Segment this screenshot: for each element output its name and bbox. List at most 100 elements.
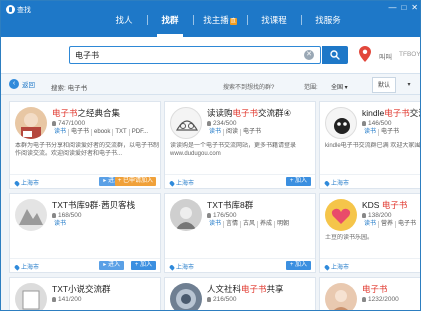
join-group-button[interactable]: + 加入 (285, 261, 311, 270)
search-box: ✕ (69, 46, 321, 64)
search-button[interactable] (322, 46, 348, 64)
member-count: 176/500 (207, 212, 237, 219)
group-description: 读读购是一个电子书交流网站，更多书籍请登录www.dudugou.com (170, 143, 297, 157)
group-card[interactable]: TXT小说交流群 141/200 (9, 277, 162, 310)
group-city: 上海市 (168, 178, 194, 187)
window-controls: — □ ✕ (388, 4, 418, 12)
group-description: kindle电子书交流群已满 欢迎大家围观... (325, 143, 421, 149)
group-tags: 读书 营养 电子书 (362, 221, 418, 228)
sort-dropdown[interactable]: ▾ (399, 77, 419, 93)
tab-find-courses[interactable]: 找课程 (247, 11, 301, 29)
group-tags: 读书 电子书 ebook TXT PDF... (52, 129, 150, 136)
minimize-icon[interactable]: — (388, 4, 396, 12)
applied-button[interactable]: + 已申请加入 (114, 177, 156, 186)
group-tag: 电子书 (398, 221, 417, 227)
card-footer: 上海市 + 加入 (165, 258, 315, 272)
group-tags: 读书 (52, 221, 68, 228)
join-group-button[interactable]: + 加入 (130, 261, 156, 270)
group-tags: 读书 言情 古风 养成 明朝 (207, 221, 291, 228)
group-card[interactable]: 电子书之经典合集 747/1000 读书 电子书 ebook TXT PDF... 本群… (9, 101, 161, 189)
group-tag: 读书 (362, 129, 380, 136)
cant-find-link[interactable]: 搜索不到想找的群? (223, 82, 274, 91)
group-tag: 电子书 (69, 129, 93, 136)
group-tag: 读书 (54, 221, 67, 227)
card-footer: 上海市 + 加入 (165, 174, 315, 188)
group-city: 上海市 (13, 262, 39, 271)
group-tag: 明朝 (277, 221, 290, 227)
search-band: ✕ 叫叫 TFBOY (1, 37, 420, 73)
join-group-button[interactable]: + 加入 (285, 177, 311, 186)
member-count: 146/500 (362, 120, 392, 127)
group-results-grid: 电子书之经典合集 747/1000 读书 电子书 ebook TXT PDF... 本群… (1, 95, 421, 310)
members-icon (207, 120, 211, 126)
group-card[interactable]: KDS 电子书 138/200 读书营养电子书 土豆的读书乐园。 上海市 + 加… (319, 193, 420, 273)
location-label[interactable]: 叫叫 (379, 51, 392, 61)
tab-find-people[interactable]: 找人 (101, 11, 147, 29)
group-city: 上海市 (168, 262, 194, 271)
group-city: 上海市 (323, 262, 349, 271)
tab-find-groups[interactable]: 找群 (147, 11, 193, 37)
group-title[interactable]: TXT小说交流群 (52, 283, 162, 295)
group-avatar (170, 283, 202, 310)
members-icon (207, 296, 211, 302)
group-tag: TXT (113, 129, 130, 136)
group-title[interactable]: kindle电子书交流群 (362, 107, 420, 119)
tab-find-services[interactable]: 找服务 (301, 11, 355, 29)
breadcrumb: 搜索: 电子书 (51, 85, 88, 92)
group-title[interactable]: 读读购电子书交流群④ (207, 107, 317, 119)
group-title[interactable]: 电子书 (362, 283, 420, 295)
location-icon (13, 263, 21, 271)
back-arrow-icon: ‹ (9, 79, 19, 89)
location-pin-icon[interactable] (359, 46, 371, 62)
location-icon (13, 179, 21, 187)
group-title[interactable]: 电子书之经典合集 (52, 107, 162, 119)
sort-default-tab[interactable]: 默认 (372, 77, 396, 93)
group-title[interactable]: 人文社科电子书共享 (207, 283, 317, 295)
location-icon (168, 179, 176, 187)
group-card[interactable]: TXT书库9群·茜贝客栈 168/500 读书 上海市 ▸ 进入 + 加入 (9, 193, 161, 273)
members-icon (52, 212, 56, 218)
members-icon (362, 212, 366, 218)
group-title[interactable]: KDS 电子书 (362, 199, 420, 211)
filter-bar: ‹ 返回 搜索: 电子书 搜索不到想找的群? 范围: 全国 ▾ 默认 ▾ (1, 73, 420, 95)
member-count: 747/1000 (52, 120, 85, 127)
location-icon (323, 263, 331, 271)
group-tag: 读书 (207, 221, 225, 228)
enter-group-button[interactable]: ▸ 进入 (99, 261, 124, 270)
group-avatar (325, 107, 357, 139)
group-avatar (170, 107, 202, 139)
clear-icon[interactable]: ✕ (304, 50, 314, 60)
group-tag: 阅读 (224, 129, 242, 136)
group-tag: 读书 (362, 221, 380, 228)
member-count: 1232/2000 (362, 296, 399, 303)
group-card[interactable]: TXT书库8群 176/500 读书 言情 古风 养成 明朝 上海市 + 加入 (164, 193, 316, 273)
group-avatar (15, 107, 47, 139)
group-title[interactable]: TXT书库9群·茜贝客栈 (52, 199, 162, 211)
maximize-icon[interactable]: □ (401, 4, 406, 12)
group-card[interactable]: kindle电子书交流群 146/500 读书电子书 kindle电子书交流群已… (319, 101, 421, 189)
card-footer: 上海市 + 加入 (320, 174, 420, 188)
group-card[interactable]: 人文社科电子书共享 216/500 (164, 277, 317, 310)
tab-find-streamers[interactable]: 找主播直 (193, 11, 247, 29)
group-title[interactable]: TXT书库8群 (207, 199, 317, 211)
members-icon (52, 120, 56, 126)
range-label: 范围: (304, 85, 318, 91)
search-input[interactable] (75, 49, 275, 61)
card-footer: 上海市 ▸ 进入 + 加入 (10, 258, 160, 272)
member-count: 216/500 (207, 296, 237, 303)
main-nav: 找人 找群 找主播直 找课程 找服务 (101, 11, 355, 37)
group-avatar (15, 199, 47, 231)
group-card[interactable]: 电子书 1232/2000 (319, 277, 420, 310)
group-avatar (325, 283, 357, 310)
group-tag: ebook (92, 129, 114, 136)
group-description: 土豆的读书乐园。 (325, 235, 374, 241)
group-tag: PDF... (131, 129, 149, 135)
group-card[interactable]: 读读购电子书交流群④ 234/500 读书 阅读 电子书 读读购是一个电子书交流网站… (164, 101, 316, 189)
location-icon (168, 263, 176, 271)
members-icon (52, 296, 56, 302)
range-select[interactable]: 全国 ▾ (331, 82, 348, 91)
group-tag: 古风 (241, 221, 259, 228)
close-icon[interactable]: ✕ (411, 4, 418, 12)
group-avatar (325, 199, 357, 231)
back-button[interactable]: ‹ 返回 (9, 79, 35, 89)
